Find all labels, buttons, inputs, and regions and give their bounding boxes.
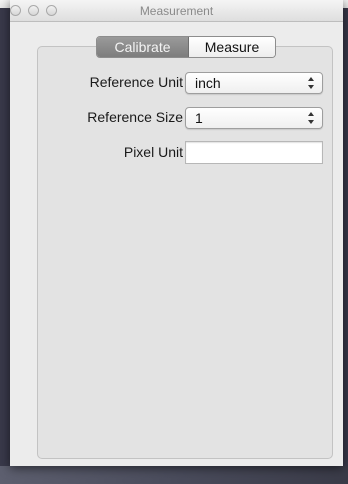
- title-bar[interactable]: Measurement: [10, 0, 343, 22]
- reference-unit-value: inch: [195, 75, 221, 91]
- pixel-unit-field[interactable]: [185, 141, 323, 164]
- window-title: Measurement: [139, 4, 214, 18]
- desktop-background-bottom: [0, 466, 348, 484]
- reference-size-popup[interactable]: 1: [185, 107, 323, 129]
- reference-size-label: Reference Size: [87, 109, 183, 125]
- reference-unit-popup[interactable]: inch: [185, 72, 323, 94]
- popup-arrows-icon: [308, 77, 314, 89]
- tab-measure[interactable]: Measure: [189, 37, 275, 57]
- measurement-window: Measurement Calibrate Measure Reference …: [10, 0, 343, 466]
- reference-unit-label: Reference Unit: [89, 74, 183, 90]
- tab-calibrate[interactable]: Calibrate: [97, 37, 189, 57]
- tab-segmented-control: Calibrate Measure: [96, 36, 276, 58]
- reference-size-value: 1: [195, 110, 203, 126]
- pixel-unit-label: Pixel Unit: [123, 144, 183, 160]
- window-content: Calibrate Measure Reference Unit inch Re…: [10, 22, 343, 466]
- popup-arrows-icon: [308, 112, 314, 124]
